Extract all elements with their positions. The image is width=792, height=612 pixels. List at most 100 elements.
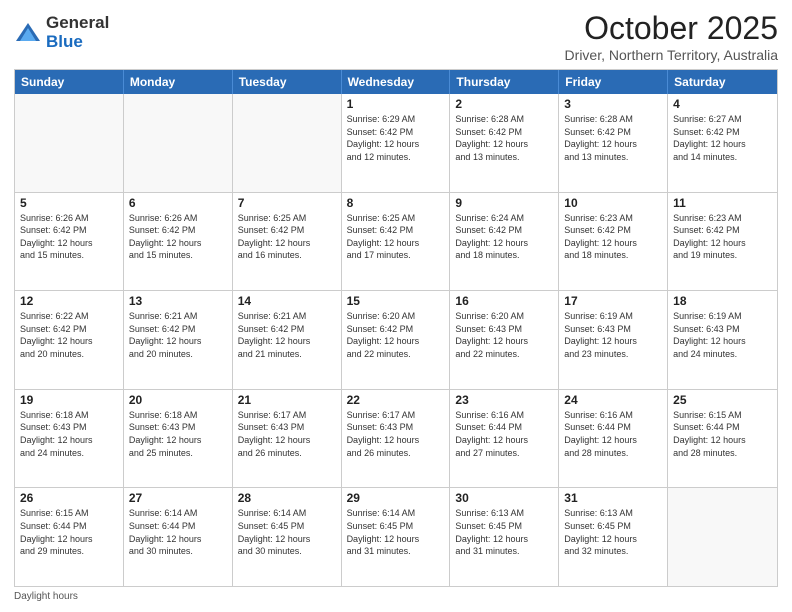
calendar-header: SundayMondayTuesdayWednesdayThursdayFrid…: [15, 70, 777, 94]
cell-info: Sunrise: 6:17 AM Sunset: 6:43 PM Dayligh…: [347, 409, 445, 459]
logo: General Blue: [14, 14, 109, 51]
calendar-cell: 25Sunrise: 6:15 AM Sunset: 6:44 PM Dayli…: [668, 390, 777, 488]
cell-info: Sunrise: 6:26 AM Sunset: 6:42 PM Dayligh…: [129, 212, 227, 262]
cell-info: Sunrise: 6:13 AM Sunset: 6:45 PM Dayligh…: [455, 507, 553, 557]
day-number: 18: [673, 294, 772, 308]
daylight-label: Daylight hours: [14, 591, 78, 602]
day-number: 29: [347, 491, 445, 505]
day-number: 14: [238, 294, 336, 308]
cell-info: Sunrise: 6:28 AM Sunset: 6:42 PM Dayligh…: [564, 113, 662, 163]
cell-info: Sunrise: 6:14 AM Sunset: 6:45 PM Dayligh…: [238, 507, 336, 557]
cell-info: Sunrise: 6:23 AM Sunset: 6:42 PM Dayligh…: [564, 212, 662, 262]
logo-text: General Blue: [46, 14, 109, 51]
title-block: October 2025 Driver, Northern Territory,…: [565, 10, 778, 63]
calendar-cell: 1 Sunrise: 6:29 AM Sunset: 6:42 PM Daylig…: [342, 94, 451, 192]
calendar-cell: 18 Sunrise: 6:19 AM Sunset: 6:43 PM Dayli…: [668, 291, 777, 389]
cell-info: Sunrise: 6:25 AM Sunset: 6:42 PM Dayligh…: [347, 212, 445, 262]
calendar-cell: [124, 94, 233, 192]
day-number: 17: [564, 294, 662, 308]
calendar-cell: 27Sunrise: 6:14 AM Sunset: 6:44 PM Dayli…: [124, 488, 233, 586]
day-number: 31: [564, 491, 662, 505]
month-title: October 2025: [565, 10, 778, 47]
calendar-cell: 31 Sunrise: 6:13 AM Sunset: 6:45 PM Dayli…: [559, 488, 668, 586]
calendar-cell: [668, 488, 777, 586]
calendar-cell: 23Sunrise: 6:16 AM Sunset: 6:44 PM Dayli…: [450, 390, 559, 488]
day-number: 6: [129, 196, 227, 210]
calendar-cell: 3 Sunrise: 6:28 AM Sunset: 6:42 PM Daylig…: [559, 94, 668, 192]
calendar-cell: 16Sunrise: 6:20 AM Sunset: 6:43 PM Dayli…: [450, 291, 559, 389]
cell-info: Sunrise: 6:18 AM Sunset: 6:43 PM Dayligh…: [20, 409, 118, 459]
logo-general: General: [46, 14, 109, 33]
cell-info: Sunrise: 6:27 AM Sunset: 6:42 PM Dayligh…: [673, 113, 772, 163]
day-number: 10: [564, 196, 662, 210]
calendar-cell: 7 Sunrise: 6:25 AM Sunset: 6:42 PM Daylig…: [233, 193, 342, 291]
cell-info: Sunrise: 6:23 AM Sunset: 6:42 PM Dayligh…: [673, 212, 772, 262]
weekday-header: Monday: [124, 70, 233, 94]
weekday-header: Friday: [559, 70, 668, 94]
day-number: 19: [20, 393, 118, 407]
day-number: 15: [347, 294, 445, 308]
day-number: 3: [564, 97, 662, 111]
cell-info: Sunrise: 6:21 AM Sunset: 6:42 PM Dayligh…: [129, 310, 227, 360]
cell-info: Sunrise: 6:25 AM Sunset: 6:42 PM Dayligh…: [238, 212, 336, 262]
cell-info: Sunrise: 6:16 AM Sunset: 6:44 PM Dayligh…: [455, 409, 553, 459]
calendar-cell: 28Sunrise: 6:14 AM Sunset: 6:45 PM Dayli…: [233, 488, 342, 586]
calendar-cell: 21Sunrise: 6:17 AM Sunset: 6:43 PM Dayli…: [233, 390, 342, 488]
calendar-row: 5Sunrise: 6:26 AM Sunset: 6:42 PM Daylig…: [15, 192, 777, 291]
cell-info: Sunrise: 6:24 AM Sunset: 6:42 PM Dayligh…: [455, 212, 553, 262]
header: General Blue October 2025 Driver, Northe…: [14, 10, 778, 63]
calendar-row: 1 Sunrise: 6:29 AM Sunset: 6:42 PM Daylig…: [15, 94, 777, 192]
cell-info: Sunrise: 6:19 AM Sunset: 6:43 PM Dayligh…: [564, 310, 662, 360]
calendar: SundayMondayTuesdayWednesdayThursdayFrid…: [14, 69, 778, 587]
calendar-cell: 6 Sunrise: 6:26 AM Sunset: 6:42 PM Daylig…: [124, 193, 233, 291]
calendar-cell: 4 Sunrise: 6:27 AM Sunset: 6:42 PM Daylig…: [668, 94, 777, 192]
day-number: 11: [673, 196, 772, 210]
day-number: 4: [673, 97, 772, 111]
calendar-cell: 24 Sunrise: 6:16 AM Sunset: 6:44 PM Dayli…: [559, 390, 668, 488]
logo-blue: Blue: [46, 33, 109, 52]
calendar-cell: 13Sunrise: 6:21 AM Sunset: 6:42 PM Dayli…: [124, 291, 233, 389]
day-number: 16: [455, 294, 553, 308]
calendar-row: 19 Sunrise: 6:18 AM Sunset: 6:43 PM Dayli…: [15, 389, 777, 488]
calendar-row: 12 Sunrise: 6:22 AM Sunset: 6:42 PM Dayli…: [15, 290, 777, 389]
calendar-cell: 2Sunrise: 6:28 AM Sunset: 6:42 PM Daylig…: [450, 94, 559, 192]
calendar-cell: 22Sunrise: 6:17 AM Sunset: 6:43 PM Dayli…: [342, 390, 451, 488]
calendar-cell: 29Sunrise: 6:14 AM Sunset: 6:45 PM Dayli…: [342, 488, 451, 586]
day-number: 9: [455, 196, 553, 210]
calendar-cell: 15Sunrise: 6:20 AM Sunset: 6:42 PM Dayli…: [342, 291, 451, 389]
calendar-cell: 8 Sunrise: 6:25 AM Sunset: 6:42 PM Daylig…: [342, 193, 451, 291]
calendar-cell: [233, 94, 342, 192]
day-number: 26: [20, 491, 118, 505]
cell-info: Sunrise: 6:17 AM Sunset: 6:43 PM Dayligh…: [238, 409, 336, 459]
calendar-cell: 11 Sunrise: 6:23 AM Sunset: 6:42 PM Dayli…: [668, 193, 777, 291]
calendar-cell: 12 Sunrise: 6:22 AM Sunset: 6:42 PM Dayli…: [15, 291, 124, 389]
cell-info: Sunrise: 6:19 AM Sunset: 6:43 PM Dayligh…: [673, 310, 772, 360]
page: General Blue October 2025 Driver, Northe…: [0, 0, 792, 612]
calendar-row: 26 Sunrise: 6:15 AM Sunset: 6:44 PM Dayli…: [15, 487, 777, 586]
calendar-body: 1 Sunrise: 6:29 AM Sunset: 6:42 PM Daylig…: [15, 94, 777, 586]
day-number: 24: [564, 393, 662, 407]
cell-info: Sunrise: 6:18 AM Sunset: 6:43 PM Dayligh…: [129, 409, 227, 459]
day-number: 25: [673, 393, 772, 407]
day-number: 8: [347, 196, 445, 210]
cell-info: Sunrise: 6:16 AM Sunset: 6:44 PM Dayligh…: [564, 409, 662, 459]
cell-info: Sunrise: 6:26 AM Sunset: 6:42 PM Dayligh…: [20, 212, 118, 262]
cell-info: Sunrise: 6:13 AM Sunset: 6:45 PM Dayligh…: [564, 507, 662, 557]
footer: Daylight hours: [14, 591, 778, 602]
calendar-cell: 30Sunrise: 6:13 AM Sunset: 6:45 PM Dayli…: [450, 488, 559, 586]
day-number: 12: [20, 294, 118, 308]
cell-info: Sunrise: 6:29 AM Sunset: 6:42 PM Dayligh…: [347, 113, 445, 163]
calendar-cell: 26 Sunrise: 6:15 AM Sunset: 6:44 PM Dayli…: [15, 488, 124, 586]
calendar-cell: 14Sunrise: 6:21 AM Sunset: 6:42 PM Dayli…: [233, 291, 342, 389]
day-number: 7: [238, 196, 336, 210]
cell-info: Sunrise: 6:15 AM Sunset: 6:44 PM Dayligh…: [20, 507, 118, 557]
calendar-cell: 17 Sunrise: 6:19 AM Sunset: 6:43 PM Dayli…: [559, 291, 668, 389]
calendar-cell: 10 Sunrise: 6:23 AM Sunset: 6:42 PM Dayli…: [559, 193, 668, 291]
day-number: 2: [455, 97, 553, 111]
calendar-cell: 9 Sunrise: 6:24 AM Sunset: 6:42 PM Daylig…: [450, 193, 559, 291]
day-number: 1: [347, 97, 445, 111]
weekday-header: Saturday: [668, 70, 777, 94]
calendar-cell: 20Sunrise: 6:18 AM Sunset: 6:43 PM Dayli…: [124, 390, 233, 488]
cell-info: Sunrise: 6:22 AM Sunset: 6:42 PM Dayligh…: [20, 310, 118, 360]
calendar-cell: 5Sunrise: 6:26 AM Sunset: 6:42 PM Daylig…: [15, 193, 124, 291]
